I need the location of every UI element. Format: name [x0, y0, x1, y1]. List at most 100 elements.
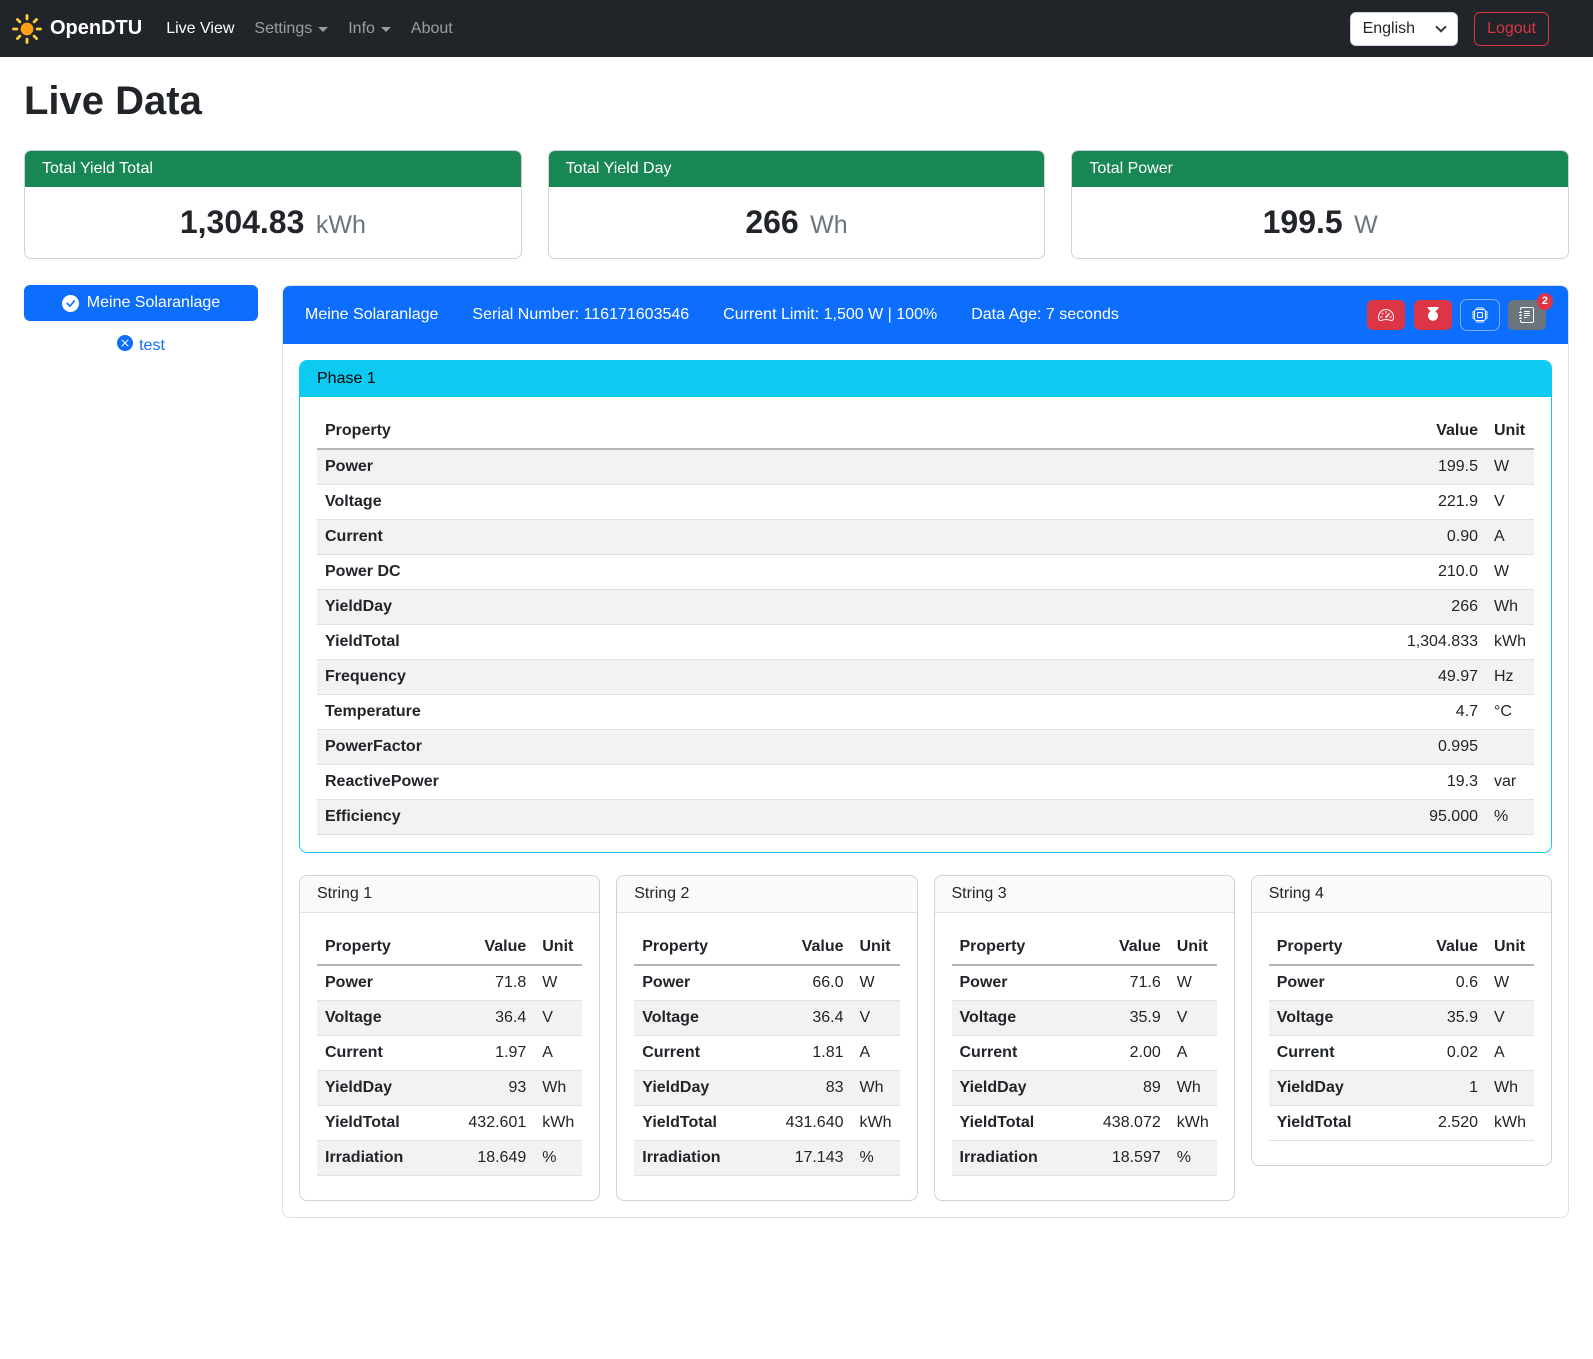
brand-link[interactable]: OpenDTU: [12, 14, 142, 44]
string-card-body: Property Value Unit Power0.6WVoltage35.9…: [1252, 913, 1551, 1165]
power-toggle-button[interactable]: [1414, 300, 1452, 330]
unit-cell: kWh: [1486, 1106, 1534, 1141]
inverter-card: Meine Solaranlage Serial Number: 1161716…: [282, 285, 1569, 1218]
table-row: YieldTotal432.601kWh: [317, 1106, 582, 1141]
unit-cell: Wh: [1486, 590, 1534, 625]
string-card: String 3 Property Value Unit Power71.6WV…: [934, 875, 1235, 1201]
value-cell: 266: [1399, 590, 1486, 625]
property-cell: Temperature: [317, 695, 1399, 730]
property-cell: YieldTotal: [317, 625, 1399, 660]
unit-cell: Hz: [1486, 660, 1534, 695]
unit-cell: V: [852, 1001, 900, 1036]
table-row: YieldDay89Wh: [952, 1071, 1217, 1106]
column-property: Property: [317, 930, 460, 965]
unit-cell: °C: [1486, 695, 1534, 730]
property-cell: YieldDay: [317, 1071, 460, 1106]
table-row: Voltage36.4V: [317, 1001, 582, 1036]
inverter-sidebar: Meine Solaranlage test: [24, 285, 258, 356]
value-cell: 17.143: [778, 1141, 852, 1176]
property-cell: Voltage: [317, 1001, 460, 1036]
property-cell: Irradiation: [634, 1141, 777, 1176]
navbar-left: OpenDTU Live View Settings Info About: [12, 12, 463, 46]
property-cell: Current: [952, 1036, 1095, 1071]
column-unit: Unit: [852, 930, 900, 965]
unit-cell: A: [852, 1036, 900, 1071]
value-cell: 18.649: [460, 1141, 534, 1176]
table-row: Irradiation17.143%: [634, 1141, 899, 1176]
table-row: Frequency49.97Hz: [317, 660, 1534, 695]
property-cell: Current: [634, 1036, 777, 1071]
property-cell: Current: [1269, 1036, 1428, 1071]
unit-cell: %: [852, 1141, 900, 1176]
limit-settings-button[interactable]: [1367, 300, 1405, 330]
unit-cell: V: [1486, 485, 1534, 520]
main-container: Live Data Total Yield Total 1,304.83 kWh…: [0, 79, 1593, 1248]
phase-card: Phase 1 Property Value Unit Power199.5WV…: [299, 360, 1552, 853]
property-cell: Voltage: [634, 1001, 777, 1036]
summary-card-body: 199.5 W: [1072, 187, 1568, 258]
value-cell: 2.00: [1095, 1036, 1169, 1071]
summary-card-total-power: Total Power 199.5 W: [1071, 150, 1569, 259]
string-table-body: Power0.6WVoltage35.9VCurrent0.02AYieldDa…: [1269, 965, 1534, 1141]
value-cell: 2.520: [1428, 1106, 1486, 1141]
column-value: Value: [460, 930, 534, 965]
value-cell: 1.97: [460, 1036, 534, 1071]
value-cell: 0.995: [1399, 730, 1486, 765]
device-info-button[interactable]: [1461, 300, 1499, 330]
caret-down-icon: [381, 27, 391, 32]
navbar-right: English Logout: [1350, 12, 1549, 46]
property-cell: Efficiency: [317, 800, 1399, 835]
brand-label: OpenDTU: [50, 17, 142, 40]
string-card: String 2 Property Value Unit Power66.0WV…: [616, 875, 917, 1201]
summary-card-title: Total Power: [1072, 151, 1568, 187]
unit-cell: V: [1486, 1001, 1534, 1036]
table-row: Power199.5W: [317, 449, 1534, 485]
nav-item-info[interactable]: Info: [338, 12, 401, 46]
property-cell: Power: [317, 449, 1399, 485]
summary-unit: W: [1354, 211, 1378, 239]
caret-down-icon: [318, 27, 328, 32]
inverter-item-test[interactable]: test: [117, 335, 165, 356]
value-cell: 0.6: [1428, 965, 1486, 1001]
summary-card-yield-day: Total Yield Day 266 Wh: [548, 150, 1046, 259]
table-header-row: Property Value Unit: [317, 414, 1534, 449]
table-row: Voltage35.9V: [1269, 1001, 1534, 1036]
event-log-button[interactable]: 2: [1508, 300, 1546, 330]
value-cell: 71.8: [460, 965, 534, 1001]
unit-cell: kWh: [534, 1106, 582, 1141]
language-select[interactable]: English: [1350, 12, 1458, 46]
value-cell: 1: [1428, 1071, 1486, 1106]
unit-cell: %: [1169, 1141, 1217, 1176]
summary-card-yield-total: Total Yield Total 1,304.83 kWh: [24, 150, 522, 259]
column-value: Value: [1428, 930, 1486, 965]
nav-item-about[interactable]: About: [401, 12, 463, 46]
table-row: YieldTotal431.640kWh: [634, 1106, 899, 1141]
inverter-select-button[interactable]: Meine Solaranlage: [24, 285, 258, 321]
x-circle-icon: [117, 335, 133, 356]
table-row: Current0.90A: [317, 520, 1534, 555]
column-property: Property: [634, 930, 777, 965]
logout-button[interactable]: Logout: [1474, 12, 1549, 46]
property-cell: YieldTotal: [317, 1106, 460, 1141]
value-cell: 35.9: [1428, 1001, 1486, 1036]
unit-cell: Wh: [534, 1071, 582, 1106]
string-table: Property Value Unit Power0.6WVoltage35.9…: [1269, 930, 1534, 1141]
summary-card-body: 1,304.83 kWh: [25, 187, 521, 258]
table-row: Current2.00A: [952, 1036, 1217, 1071]
value-cell: 221.9: [1399, 485, 1486, 520]
nav-item-live-view[interactable]: Live View: [156, 12, 244, 46]
event-count-badge: 2: [1537, 293, 1553, 310]
table-row: YieldDay93Wh: [317, 1071, 582, 1106]
value-cell: 49.97: [1399, 660, 1486, 695]
property-cell: YieldDay: [317, 590, 1399, 625]
property-cell: Current: [317, 520, 1399, 555]
property-cell: Frequency: [317, 660, 1399, 695]
unit-cell: A: [1486, 520, 1534, 555]
unit-cell: %: [1486, 800, 1534, 835]
table-header-row: Property Value Unit: [952, 930, 1217, 965]
nav-item-settings[interactable]: Settings: [244, 12, 338, 46]
summary-unit: Wh: [810, 211, 848, 239]
top-navbar: OpenDTU Live View Settings Info About En…: [0, 0, 1593, 57]
column-property: Property: [317, 414, 1399, 449]
property-cell: Voltage: [952, 1001, 1095, 1036]
